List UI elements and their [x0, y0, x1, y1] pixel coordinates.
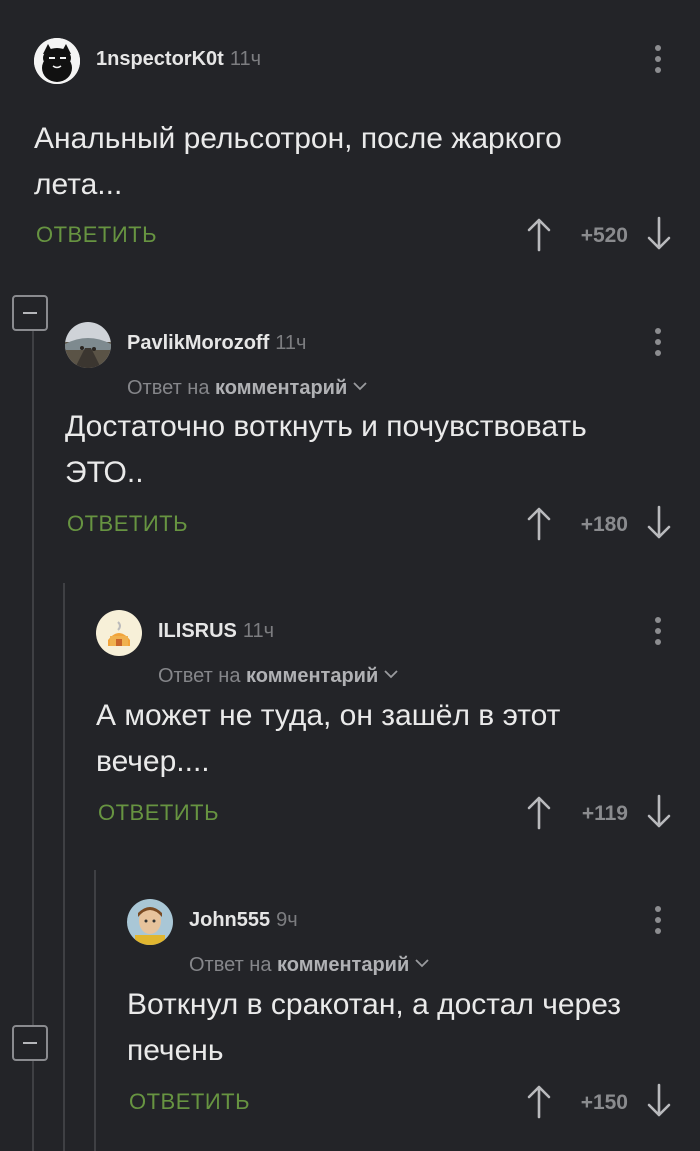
- arrow-up-icon[interactable]: [526, 505, 552, 546]
- avatar[interactable]: [127, 899, 173, 945]
- chevron-down-icon: [415, 951, 429, 974]
- arrow-up-icon[interactable]: [526, 794, 552, 835]
- comment-meta: ILISRUS 11ч: [158, 620, 274, 643]
- minus-icon: [23, 312, 37, 314]
- author-name[interactable]: 1nspectorK0t: [96, 48, 224, 70]
- reply-button[interactable]: ОТВЕТИТЬ: [98, 800, 219, 826]
- thread-line-level-3: [94, 870, 96, 1151]
- comment-actions: ОТВЕТИТЬ +520: [34, 216, 700, 256]
- author-name[interactable]: PavlikMorozoff: [127, 332, 269, 354]
- more-options-icon[interactable]: [648, 326, 668, 362]
- comment: PavlikMorozoff 11ч Ответ на комментарий Д…: [65, 322, 700, 552]
- arrow-up-icon[interactable]: [526, 216, 552, 257]
- comment: ILISRUS 11ч Ответ на комментарий А может …: [96, 610, 700, 840]
- reply-button[interactable]: ОТВЕТИТЬ: [129, 1089, 250, 1115]
- author-name[interactable]: John555: [189, 909, 270, 931]
- comment-text: Анальный рельсотрон, после жаркого лета.…: [34, 122, 562, 201]
- comment-actions: ОТВЕТИТЬ +180: [65, 505, 700, 545]
- comment-text: Воткнул в сракотан, а достал через печен…: [127, 988, 622, 1067]
- more-options-icon[interactable]: [648, 43, 668, 79]
- reply-to-link[interactable]: Ответ на комментарий: [158, 662, 398, 688]
- avatar[interactable]: [96, 610, 142, 656]
- comment: 1nspectorK0t 11ч Анальный рельсотрон, пос…: [34, 38, 700, 268]
- comment-meta: PavlikMorozoff 11ч: [127, 332, 306, 355]
- more-options-icon[interactable]: [648, 904, 668, 940]
- author-name[interactable]: ILISRUS: [158, 620, 237, 642]
- rating-value: +119: [581, 802, 628, 825]
- comment-actions: ОТВЕТИТЬ +119: [96, 794, 700, 834]
- arrow-down-icon[interactable]: [646, 794, 672, 835]
- comment-meta: 1nspectorK0t 11ч: [96, 48, 261, 71]
- arrow-down-icon[interactable]: [646, 1083, 672, 1124]
- reply-to-link[interactable]: Ответ на комментарий: [127, 374, 367, 400]
- comment-time: 11ч: [242, 620, 275, 642]
- arrow-down-icon[interactable]: [646, 216, 672, 257]
- comment-time: 9ч: [276, 909, 298, 931]
- comment: John555 9ч Ответ на комментарий Воткнул в…: [127, 899, 700, 1129]
- avatar[interactable]: [65, 322, 111, 368]
- arrow-up-icon[interactable]: [526, 1083, 552, 1124]
- avatar[interactable]: [34, 38, 80, 84]
- rating-value: +180: [580, 513, 628, 536]
- rating-value: +150: [580, 1091, 628, 1114]
- comment-actions: ОТВЕТИТЬ +150: [127, 1083, 700, 1123]
- comment-text: Достаточно воткнуть и почувствовать ЭТО.…: [65, 410, 587, 489]
- more-options-icon[interactable]: [648, 615, 668, 651]
- minus-icon: [23, 1042, 37, 1044]
- reply-to-link[interactable]: Ответ на комментарий: [189, 951, 429, 977]
- thread-line-level-2: [63, 583, 65, 1151]
- arrow-down-icon[interactable]: [646, 505, 672, 546]
- rating-value: +520: [580, 224, 628, 247]
- reply-button[interactable]: ОТВЕТИТЬ: [36, 222, 157, 248]
- comment-time: 11ч: [275, 332, 307, 354]
- chevron-down-icon: [384, 662, 398, 685]
- comment-meta: John555 9ч: [189, 909, 298, 932]
- comment-text: А может не туда, он зашёл в этот вечер..…: [96, 699, 561, 778]
- comment-time: 11ч: [229, 48, 261, 70]
- reply-button[interactable]: ОТВЕТИТЬ: [67, 511, 188, 537]
- collapse-thread-button[interactable]: [12, 295, 48, 331]
- collapse-thread-button[interactable]: [12, 1025, 48, 1061]
- chevron-down-icon: [353, 374, 367, 397]
